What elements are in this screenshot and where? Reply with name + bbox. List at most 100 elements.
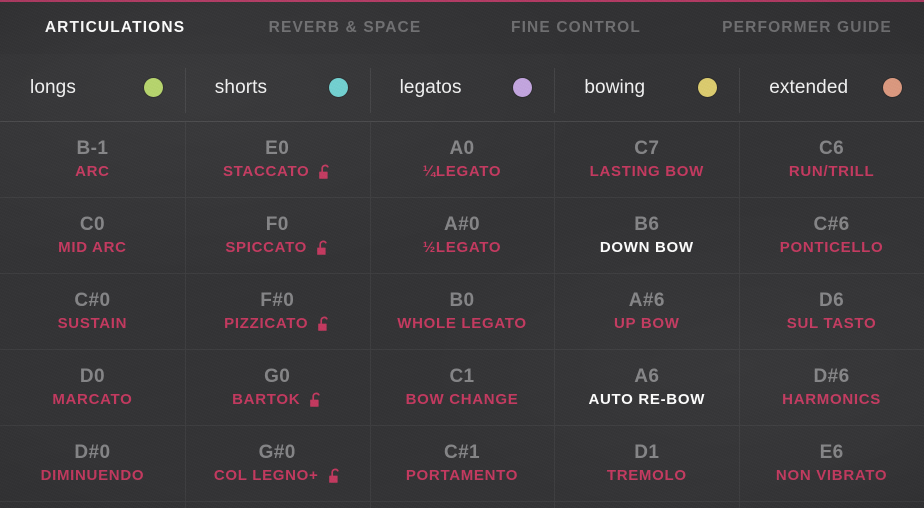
unlocked-padlock-icon[interactable] <box>328 468 341 484</box>
articulation-note-label: A#0 <box>443 214 481 236</box>
articulation-cell[interactable]: C#6 PONTICELLO <box>739 198 924 274</box>
articulation-cell[interactable]: G0 BARTOK <box>184 350 370 426</box>
articulation-name-label: PONTICELLO <box>779 239 884 257</box>
articulation-cell[interactable]: D#0 DIMINUENDO <box>0 426 185 502</box>
articulation-cell[interactable]: B-1 ARC <box>0 122 185 198</box>
group-dot-shorts[interactable] <box>328 78 348 97</box>
articulation-column-bowing: C7 LASTING BOW B6 DOWN BOW A#6 UP BOW A6 AUTO R… <box>554 122 740 508</box>
articulation-cell[interactable]: A0 ¼LEGATO <box>369 122 555 198</box>
articulation-note-label: D#0 <box>74 442 111 464</box>
articulation-cell[interactable]: F#0 PIZZICATO <box>184 274 370 350</box>
group-header-longs[interactable]: longs <box>0 54 185 121</box>
articulation-cell-body: AUTO RE-BOW <box>588 392 705 408</box>
articulation-note-label: C#6 <box>813 214 850 236</box>
group-header-extended[interactable]: extended <box>739 54 924 121</box>
articulation-cell[interactable]: D6 SUL TASTO <box>739 274 924 350</box>
articulation-cell[interactable]: F0 SPICCATO <box>184 198 370 274</box>
main-tab-bar: ARTICULATIONS REVERB & SPACE FINE CONTROL P… <box>0 2 924 54</box>
unlocked-padlock-icon[interactable] <box>318 164 331 180</box>
articulation-note-label: C0 <box>79 214 105 236</box>
articulation-cell[interactable]: B6 DOWN BOW <box>554 198 740 274</box>
articulation-cell[interactable]: C1 BOW CHANGE <box>369 350 555 426</box>
articulation-cell[interactable]: E6 NON VIBRATO <box>739 426 924 502</box>
articulation-cell-body: BARTOK <box>232 392 322 408</box>
articulations-panel: ARTICULATIONS REVERB & SPACE FINE CONTROL P… <box>0 0 924 508</box>
articulation-note-label: B0 <box>449 290 475 312</box>
articulation-cell-body: SUL TASTO <box>787 316 877 332</box>
articulation-note-label: D0 <box>79 366 105 388</box>
articulation-cell[interactable]: C#0 SUSTAIN <box>0 274 185 350</box>
articulation-cell-body: WHOLE LEGATO <box>397 316 527 332</box>
group-dot-longs[interactable] <box>143 78 163 97</box>
group-label: shorts <box>214 76 268 98</box>
articulation-cell-body: LASTING BOW <box>590 164 704 180</box>
articulation-name-label: PORTAMENTO <box>405 467 519 485</box>
unlocked-padlock-icon[interactable] <box>317 316 330 332</box>
articulation-name-label: LASTING BOW <box>589 163 704 181</box>
articulation-cell[interactable]: D1 TREMOLO <box>554 426 740 502</box>
articulation-cell-body: DIMINUENDO <box>41 468 145 484</box>
articulation-cell[interactable]: D0 MARCATO <box>0 350 185 426</box>
articulation-cell-body: STACCATO <box>223 164 331 180</box>
articulation-cell-body: ¼LEGATO <box>423 164 502 180</box>
articulation-cell[interactable]: C#1 PORTAMENTO <box>369 426 555 502</box>
articulation-cell[interactable]: C7 LASTING BOW <box>554 122 740 198</box>
tab-performer-guide[interactable]: PERFORMER GUIDE <box>690 2 924 54</box>
group-header-bowing[interactable]: bowing <box>554 54 739 121</box>
group-dot-extended[interactable] <box>882 78 902 97</box>
articulation-cell-body: ARC <box>75 164 110 180</box>
articulation-note-label: E6 <box>819 442 844 464</box>
articulation-name-label: STACCATO <box>222 163 310 181</box>
unlocked-padlock-icon[interactable] <box>309 392 322 408</box>
group-header-shorts[interactable]: shorts <box>184 54 370 121</box>
articulation-note-label: G#0 <box>258 442 296 464</box>
articulation-cell-body: RUN/TRILL <box>789 164 874 180</box>
articulation-cell[interactable]: A#0 ½LEGATO <box>369 198 555 274</box>
articulation-name-label: DIMINUENDO <box>40 467 145 485</box>
articulation-note-label: A6 <box>634 366 660 388</box>
articulation-cell-body: SUSTAIN <box>58 316 128 332</box>
articulation-cell[interactable]: B0 WHOLE LEGATO <box>369 274 555 350</box>
articulation-cell-body: COL LEGNO+ <box>214 468 341 484</box>
tab-reverb-space[interactable]: REVERB & SPACE <box>230 2 460 54</box>
articulation-name-label: BOW CHANGE <box>405 391 519 409</box>
articulation-note-label: G0 <box>264 366 291 388</box>
articulation-name-label: HARMONICS <box>782 391 881 409</box>
articulation-name-label: ¼LEGATO <box>422 163 502 181</box>
articulation-note-label: C6 <box>819 138 845 160</box>
group-label: longs <box>30 76 76 98</box>
articulation-name-label: COL LEGNO+ <box>213 467 319 485</box>
articulation-cell-body: PORTAMENTO <box>406 468 518 484</box>
articulation-cell-body: UP BOW <box>614 316 680 332</box>
articulation-name-label: MID ARC <box>58 239 127 257</box>
articulation-cell[interactable]: C0 MID ARC <box>0 198 185 274</box>
articulation-cell-body: SPICCATO <box>225 240 329 256</box>
articulation-name-label: DOWN BOW <box>599 239 694 257</box>
group-dot-bowing[interactable] <box>698 78 718 97</box>
articulation-cell[interactable]: E0 STACCATO <box>184 122 370 198</box>
group-header-legatos[interactable]: legatos <box>369 54 555 121</box>
articulation-note-label: A0 <box>449 138 475 160</box>
articulation-cell[interactable]: G#0 COL LEGNO+ <box>184 426 370 502</box>
group-label: legatos <box>399 76 462 98</box>
articulation-note-label: B-1 <box>76 138 109 160</box>
tab-articulations[interactable]: ARTICULATIONS <box>0 2 230 54</box>
articulation-cell[interactable]: C6 RUN/TRILL <box>739 122 924 198</box>
articulation-column-longs: B-1 ARC C0 MID ARC C#0 SUSTAIN D0 MARCATO D#0 DIM… <box>0 122 185 508</box>
articulation-cell[interactable]: A#6 UP BOW <box>554 274 740 350</box>
articulation-name-label: SUL TASTO <box>786 315 877 333</box>
articulation-note-label: C7 <box>634 138 660 160</box>
articulation-note-label: B6 <box>634 214 660 236</box>
articulation-column-extended: C6 RUN/TRILL C#6 PONTICELLO D6 SUL TASTO D#6 HA… <box>739 122 924 508</box>
articulation-note-label: C#1 <box>443 442 481 464</box>
articulation-note-label: F#0 <box>260 290 295 312</box>
articulation-name-label: RUN/TRILL <box>788 163 875 181</box>
articulation-note-label: F0 <box>265 214 289 236</box>
articulation-cell[interactable]: D#6 HARMONICS <box>739 350 924 426</box>
group-dot-legatos[interactable] <box>513 78 533 97</box>
articulation-name-label: BARTOK <box>232 391 301 409</box>
unlocked-padlock-icon[interactable] <box>316 240 329 256</box>
tab-fine-control[interactable]: FINE CONTROL <box>462 2 690 54</box>
articulation-cell-body: PONTICELLO <box>780 240 884 256</box>
articulation-cell[interactable]: A6 AUTO RE-BOW <box>554 350 740 426</box>
